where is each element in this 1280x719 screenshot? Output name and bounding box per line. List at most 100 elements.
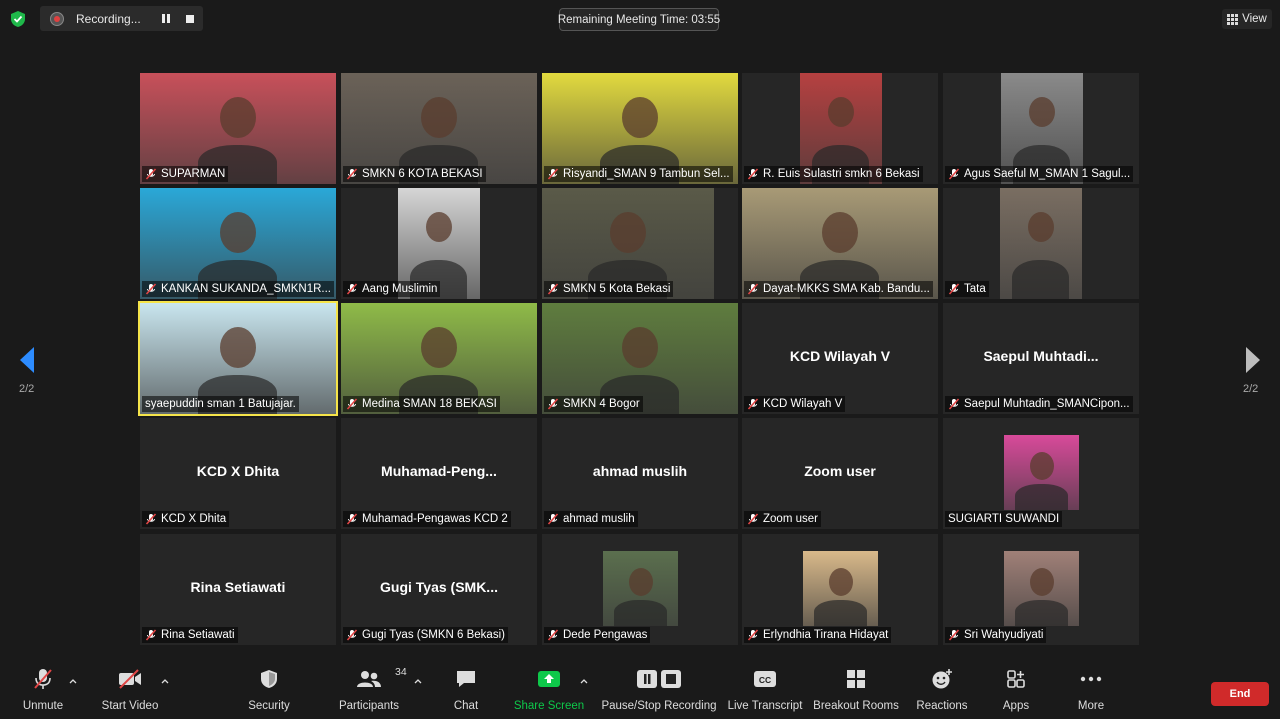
participant-tile[interactable]: SUPARMAN	[140, 73, 336, 184]
participant-name: KCD Wilayah V	[763, 398, 843, 410]
participant-avatar	[1004, 551, 1079, 626]
live-transcript-button[interactable]: CC Live Transcript	[727, 664, 803, 719]
participant-tile[interactable]: KANKAN SUKANDA_SMKN1R...	[140, 188, 336, 299]
participant-tile[interactable]: Rina Setiawati Rina Setiawati	[140, 534, 336, 645]
view-button[interactable]: View	[1222, 9, 1272, 29]
participant-avatar	[1004, 435, 1079, 510]
participant-name-label: SMKN 5 Kota Bekasi	[544, 281, 674, 297]
participant-display-name: Muhamad-Peng...	[381, 463, 497, 479]
participant-name-label: SUGIARTI SUWANDI	[945, 511, 1063, 527]
participant-name-label: R. Euis Sulastri smkn 6 Bekasi	[744, 166, 923, 182]
end-meeting-button[interactable]: End	[1211, 682, 1269, 706]
person-body-silhouette	[614, 600, 667, 626]
person-silhouette	[622, 97, 658, 138]
chat-label: Chat	[453, 700, 479, 712]
muted-mic-icon	[346, 398, 358, 410]
participant-name: ahmad muslih	[563, 513, 635, 525]
muted-mic-icon	[346, 629, 358, 641]
participant-tile[interactable]: Saepul Muhtadi... Saepul Muhtadin_SMANCip…	[943, 303, 1139, 414]
pause-stop-icon	[634, 664, 684, 694]
participant-count: 34	[395, 666, 407, 678]
participant-tile[interactable]: KCD Wilayah V KCD Wilayah V	[742, 303, 938, 414]
participant-tile[interactable]: Tata	[943, 188, 1139, 299]
participants-options-caret-icon[interactable]	[414, 678, 422, 684]
muted-mic-icon	[948, 398, 960, 410]
participant-name-label: syaepuddin sman 1 Batujajar.	[142, 396, 299, 412]
pause-recording-icon[interactable]	[162, 14, 170, 23]
apps-button[interactable]: Apps	[996, 664, 1036, 719]
participant-tile[interactable]: syaepuddin sman 1 Batujajar.	[138, 301, 338, 416]
pause-stop-recording-button[interactable]: Pause/Stop Recording	[601, 664, 717, 719]
participant-name: KCD X Dhita	[161, 513, 227, 525]
participant-display-name: Zoom user	[804, 463, 876, 479]
participant-name: Saepul Muhtadin_SMANCipon...	[964, 398, 1130, 410]
participant-name-label: ahmad muslih	[544, 511, 638, 527]
participant-tile[interactable]: Gugi Tyas (SMK... Gugi Tyas (SMKN 6 Bekas…	[341, 534, 537, 645]
view-label: View	[1242, 13, 1267, 25]
participant-name: Zoom user	[763, 513, 818, 525]
muted-mic-icon	[747, 283, 759, 295]
participant-tile[interactable]: Dede Pengawas	[542, 534, 738, 645]
next-page-icon[interactable]	[1243, 345, 1263, 375]
participant-tile[interactable]: Risyandi_SMAN 9 Tambun Sel...	[542, 73, 738, 184]
participant-tile[interactable]: Medina SMAN 18 BEKASI	[341, 303, 537, 414]
participant-tile[interactable]: Zoom user Zoom user	[742, 418, 938, 529]
shield-check-icon[interactable]	[10, 10, 26, 28]
person-silhouette	[421, 327, 457, 368]
muted-mic-icon	[747, 513, 759, 525]
participant-tile[interactable]: Agus Saeful M_SMAN 1 Sagul...	[943, 73, 1139, 184]
start-video-label: Start Video	[101, 700, 159, 712]
participants-label: Participants	[338, 700, 400, 712]
person-body-silhouette	[814, 600, 867, 626]
participant-tile[interactable]: SMKN 6 KOTA BEKASI	[341, 73, 537, 184]
more-button[interactable]: More	[1071, 664, 1111, 719]
security-button[interactable]: Security	[244, 664, 294, 719]
unmute-options-caret-icon[interactable]	[69, 678, 77, 684]
participant-tile[interactable]: ahmad muslih ahmad muslih	[542, 418, 738, 529]
person-silhouette	[421, 97, 457, 138]
participant-tile[interactable]: SMKN 4 Bogor	[542, 303, 738, 414]
person-silhouette	[220, 327, 256, 368]
person-silhouette	[822, 212, 858, 253]
start-video-button[interactable]: Start Video	[100, 664, 160, 719]
participant-tile[interactable]: Sri Wahyudiyati	[943, 534, 1139, 645]
participant-name: Dayat-MKKS SMA Kab. Bandu...	[763, 283, 930, 295]
stop-recording-icon[interactable]	[186, 14, 194, 23]
recording-dot-icon	[50, 11, 64, 26]
previous-page-icon[interactable]	[17, 345, 37, 375]
participant-tile[interactable]: R. Euis Sulastri smkn 6 Bekasi	[742, 73, 938, 184]
participant-name: SMKN 4 Bogor	[563, 398, 640, 410]
unmute-label: Unmute	[22, 700, 64, 712]
participants-button[interactable]: 34 Participants	[337, 664, 407, 719]
apps-icon	[996, 664, 1036, 694]
participant-name: KANKAN SUKANDA_SMKN1R...	[161, 283, 331, 295]
participant-tile[interactable]: Erlyndhia Tirana Hidayat	[742, 534, 938, 645]
participant-tile[interactable]: Muhamad-Peng... Muhamad-Pengawas KCD 2	[341, 418, 537, 529]
reactions-button[interactable]: Reactions	[914, 664, 970, 719]
breakout-rooms-button[interactable]: Breakout Rooms	[813, 664, 899, 719]
participant-tile[interactable]: KCD X Dhita KCD X Dhita	[140, 418, 336, 529]
participant-name: Sri Wahyudiyati	[964, 629, 1044, 641]
share-screen-button[interactable]: Share Screen	[514, 664, 584, 719]
participant-name: Rina Setiawati	[161, 629, 235, 641]
person-body-silhouette	[1015, 484, 1068, 510]
participant-name: syaepuddin sman 1 Batujajar.	[145, 398, 296, 410]
participant-tile[interactable]: Dayat-MKKS SMA Kab. Bandu...	[742, 188, 938, 299]
person-silhouette	[220, 212, 256, 253]
person-silhouette	[629, 568, 653, 596]
muted-mic-icon	[547, 168, 559, 180]
participant-name-label: KCD X Dhita	[142, 511, 230, 527]
unmute-button[interactable]: Unmute	[18, 664, 68, 719]
person-body-silhouette	[1015, 600, 1068, 626]
participant-tile[interactable]: SUGIARTI SUWANDI	[943, 418, 1139, 529]
more-dots-icon	[1071, 664, 1111, 694]
participant-tile[interactable]: SMKN 5 Kota Bekasi	[542, 188, 738, 299]
participant-name-label: Tata	[945, 281, 989, 297]
meeting-toolbar: Unmute Start Video Security 34 Participa…	[0, 664, 1280, 719]
chat-button[interactable]: Chat	[446, 664, 486, 719]
video-options-caret-icon[interactable]	[161, 678, 169, 684]
share-options-caret-icon[interactable]	[580, 678, 588, 684]
participant-tile[interactable]: Aang Muslimin	[341, 188, 537, 299]
participant-name-label: KCD Wilayah V	[744, 396, 846, 412]
participant-name-label: SMKN 6 KOTA BEKASI	[343, 166, 486, 182]
